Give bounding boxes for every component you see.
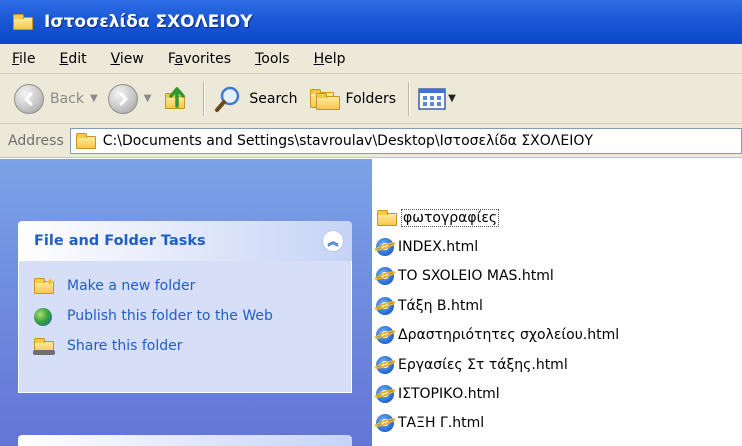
views-button[interactable]: ▼ [418,87,456,111]
menu-tools[interactable]: Tools [255,51,290,67]
file-name: INDEX.html [398,239,479,256]
folders-label: Folders [345,90,397,107]
task-label: Publish this folder to the Web [67,308,273,324]
back-arrow-icon [14,83,44,114]
file-folder-tasks-header[interactable]: File and Folder Tasks ︽ [18,221,352,261]
task-panel-title: File and Folder Tasks [34,233,206,249]
menu-bar: File Edit View Favorites Tools Help [0,44,742,74]
folders-icon [308,86,340,112]
next-task-panel-header[interactable] [18,435,352,446]
search-icon [213,84,243,114]
file-list: φωτογραφίες e INDEX.html e TO SXOLEIO MAS.ht… [376,203,619,438]
file-name: Δραστηριότητες σχολείου.html [398,327,620,344]
task-label: Make a new folder [67,278,196,294]
folder-icon [75,132,97,150]
views-icon [418,87,446,111]
file-item[interactable]: e Δραστηριότητες σχολείου.html [376,321,619,350]
html-file-icon: e [376,326,394,345]
html-file-icon: e [376,296,394,315]
explorer-window: Ιστοσελίδα ΣΧΟΛΕΙΟΥ File Edit View Favorite… [0,0,742,446]
address-label: Address [8,132,64,149]
folders-button[interactable]: Folders [308,86,397,112]
task-pane: File and Folder Tasks ︽ ✦ Make a new fold… [0,159,372,446]
window-title: Ιστοσελίδα ΣΧΟΛΕΙΟΥ [44,12,253,32]
menu-view[interactable]: View [111,51,144,67]
menu-edit[interactable]: Edit [59,51,86,67]
back-button[interactable]: Back ▼ [14,83,98,114]
up-folder-icon [161,84,191,114]
file-item[interactable]: e TO SXOLEIO MAS.html [376,262,619,291]
file-pane: φωτογραφίες e INDEX.html e TO SXOLEIO MAS.ht… [372,159,742,446]
menu-file[interactable]: File [12,51,35,67]
file-item[interactable]: e ΙΣΤΟΡΙΚΟ.html [376,379,619,408]
folder-icon [12,13,34,31]
menu-favorites[interactable]: Favorites [168,51,231,67]
forward-arrow-icon [107,83,138,114]
file-name: ΤΑΞΗ Γ.html [398,415,485,432]
file-name: TO SXOLEIO MAS.html [398,268,554,285]
new-folder-icon: ✦ [33,275,55,297]
task-list: ✦ Make a new folder Publish this folder to… [18,261,352,393]
back-label: Back [50,90,84,107]
address-path: C:\Documents and Settings\stavroulav\Des… [102,132,593,149]
html-file-icon: e [376,267,394,286]
file-item[interactable]: e INDEX.html [376,232,619,261]
file-item[interactable]: e Τάξη Β.html [376,291,619,320]
html-file-icon: e [376,385,394,404]
search-label: Search [249,90,298,107]
toolbar-separator [203,81,206,116]
file-item[interactable]: φωτογραφίες [376,203,619,232]
file-item[interactable]: e Εργασίες Στ τάξης.html [376,350,619,379]
folder-icon [376,209,398,227]
up-folder-button[interactable] [161,84,191,114]
task-item[interactable]: Share this folder [33,337,351,357]
file-name: Εργασίες Στ τάξης.html [398,356,568,373]
chevron-down-icon[interactable]: ▼ [90,93,98,104]
file-item[interactable]: e ΤΑΞΗ Γ.html [376,409,619,438]
share-folder-icon [33,337,55,357]
publish-web-icon [33,307,55,327]
task-item[interactable]: ✦ Make a new folder [33,275,351,297]
menu-help[interactable]: Help [314,51,346,67]
search-button[interactable]: Search [213,84,298,114]
task-label: Share this folder [67,338,183,354]
html-file-icon: e [376,355,394,374]
file-name: Τάξη Β.html [398,297,483,314]
file-name: ΙΣΤΟΡΙΚΟ.html [398,386,500,403]
chevron-down-icon[interactable]: ▼ [448,93,456,104]
file-name: φωτογραφίες [400,208,500,227]
html-file-icon: e [376,238,394,257]
task-item[interactable]: Publish this folder to the Web [33,307,351,327]
address-field[interactable]: C:\Documents and Settings\stavroulav\Des… [69,127,742,154]
title-bar[interactable]: Ιστοσελίδα ΣΧΟΛΕΙΟΥ [0,0,742,44]
toolbar: Back ▼ ▼ Search Folders ▼ [0,74,742,124]
html-file-icon: e [376,414,394,433]
toolbar-separator [408,81,411,116]
forward-button[interactable]: ▼ [107,83,152,114]
chevron-down-icon[interactable]: ▼ [144,93,152,104]
address-bar: Address C:\Documents and Settings\stavro… [0,124,742,158]
collapse-chevron-icon[interactable]: ︽ [322,230,344,252]
